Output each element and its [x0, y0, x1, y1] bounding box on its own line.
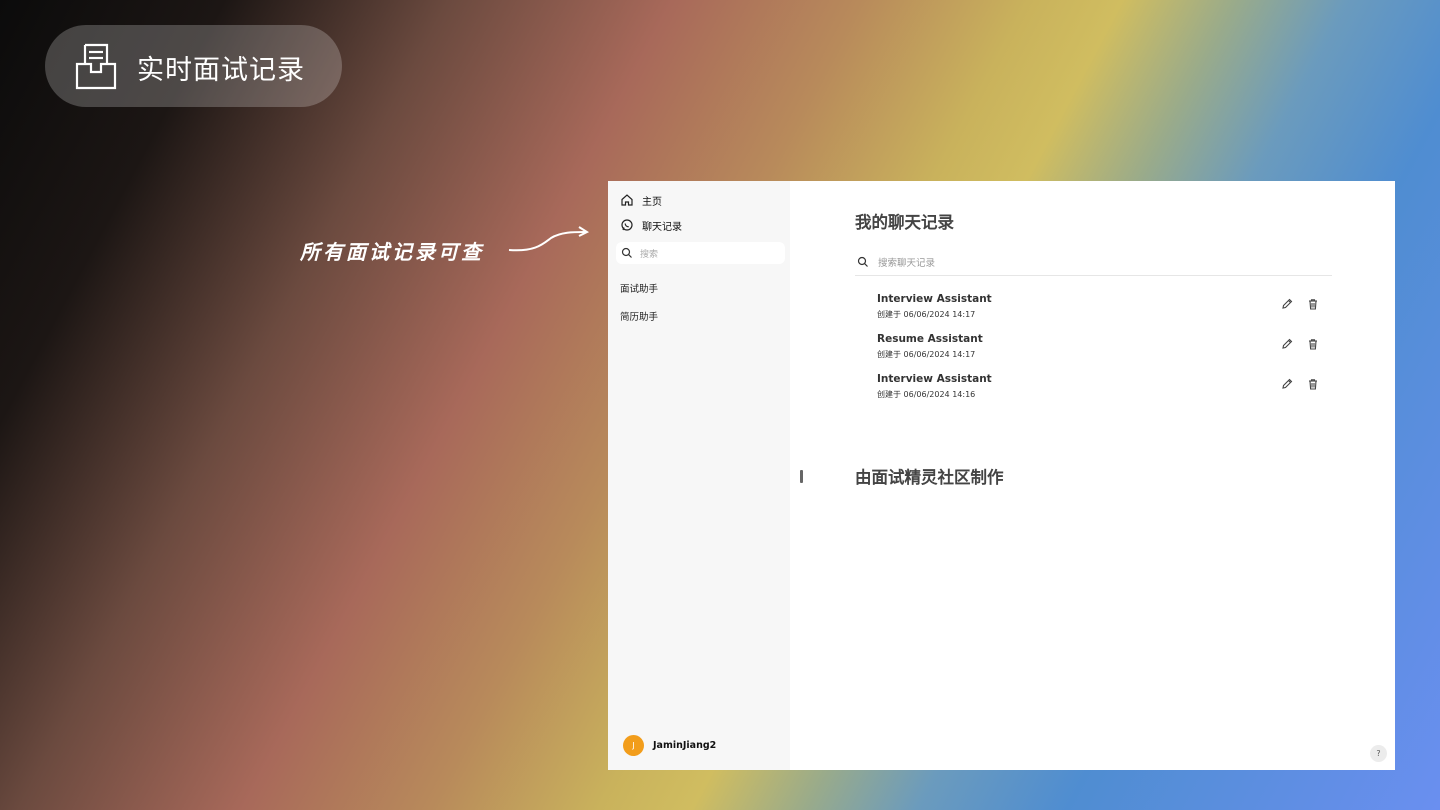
app-window: 主页 聊天记录 搜索 面试助手 简历助手 J JaminJiang2 我的聊天记… [608, 181, 1395, 770]
sidebar-item-home[interactable]: 主页 [620, 190, 662, 210]
badge-title: 实时面试记录 [137, 55, 305, 86]
sidebar-item-label: 主页 [642, 196, 662, 208]
edit-icon[interactable] [1280, 297, 1294, 311]
chat-bubble-icon [620, 218, 634, 232]
trash-icon[interactable] [1306, 337, 1320, 351]
search-placeholder: 搜索聊天记录 [878, 257, 936, 269]
search-icon [857, 256, 869, 268]
search-icon [621, 247, 633, 259]
sidebar-item-resume-assistant[interactable]: 简历助手 [620, 309, 658, 323]
list-item[interactable]: Resume Assistant 创建于 06/06/2024 14:17 [877, 333, 1332, 365]
chat-name: Resume Assistant [877, 333, 983, 345]
chat-created-date: 创建于 06/06/2024 14:17 [877, 310, 976, 319]
trash-icon[interactable] [1306, 297, 1320, 311]
search-placeholder: 搜索 [640, 249, 659, 260]
chat-created-date: 创建于 06/06/2024 14:16 [877, 390, 976, 399]
main-panel: 我的聊天记录 搜索聊天记录 Interview Assistant 创建于 06… [790, 181, 1395, 770]
sidebar: 主页 聊天记录 搜索 面试助手 简历助手 J JaminJiang2 [608, 181, 790, 770]
sidebar-item-interview-assistant[interactable]: 面试助手 [620, 281, 658, 295]
section-badge: 实时面试记录 [45, 25, 342, 107]
arrow-icon [508, 226, 590, 252]
trash-icon[interactable] [1306, 377, 1320, 391]
resize-handle[interactable] [800, 470, 803, 483]
chat-search-input[interactable]: 搜索聊天记录 [855, 248, 1332, 276]
sidebar-item-chat-history[interactable]: 聊天记录 [620, 215, 682, 235]
edit-icon[interactable] [1280, 377, 1294, 391]
footer-credit: 由面试精灵社区制作 [855, 468, 1004, 487]
edit-icon[interactable] [1280, 337, 1294, 351]
home-icon [620, 193, 634, 207]
sidebar-search-input[interactable]: 搜索 [616, 242, 785, 264]
user-profile[interactable]: J JaminJiang2 [623, 735, 716, 756]
document-tray-icon [75, 43, 117, 90]
page-title: 我的聊天记录 [855, 213, 954, 232]
sidebar-item-label: 聊天记录 [642, 221, 682, 233]
help-button[interactable]: ? [1370, 745, 1387, 762]
list-item[interactable]: Interview Assistant 创建于 06/06/2024 14:17 [877, 293, 1332, 325]
chat-name: Interview Assistant [877, 293, 992, 305]
username: JaminJiang2 [653, 740, 717, 751]
chat-created-date: 创建于 06/06/2024 14:17 [877, 350, 976, 359]
list-item[interactable]: Interview Assistant 创建于 06/06/2024 14:16 [877, 373, 1332, 405]
avatar: J [623, 735, 644, 756]
chat-name: Interview Assistant [877, 373, 992, 385]
annotation-text: 所有面试记录可查 [300, 240, 484, 264]
